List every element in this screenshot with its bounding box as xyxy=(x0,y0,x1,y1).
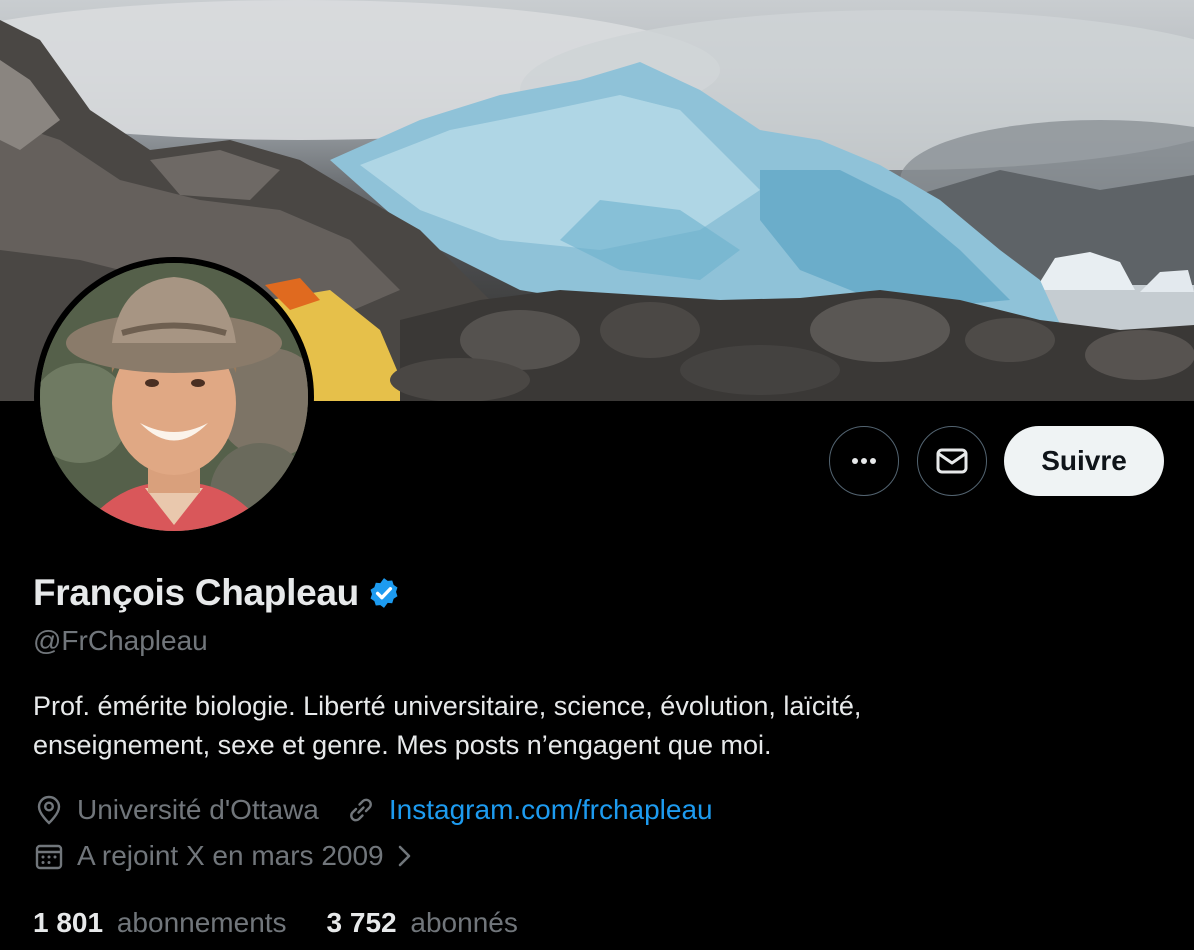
profile-meta-row: Université d'Ottawa Instagram.com/frchap… xyxy=(33,794,739,826)
location-item: Université d'Ottawa xyxy=(33,794,319,826)
envelope-icon xyxy=(936,448,968,474)
follow-button[interactable]: Suivre xyxy=(1004,426,1164,496)
calendar-icon xyxy=(35,844,63,870)
followers-count: 3 752 xyxy=(326,907,397,938)
bio-line: enseignement, sexe et genre. Mes posts n… xyxy=(33,730,772,760)
bio-line: Prof. émérite biologie. Liberté universi… xyxy=(33,691,862,721)
followers-label: abonnés xyxy=(410,907,518,938)
avatar-portrait-image xyxy=(40,263,308,531)
location-text: Université d'Ottawa xyxy=(77,794,319,825)
follow-stats: 1 801 abonnements 3 752 abonnés xyxy=(33,907,558,939)
chevron-right-icon xyxy=(398,845,410,867)
message-button[interactable] xyxy=(917,426,987,496)
verified-badge-icon[interactable] xyxy=(367,576,401,610)
profile-name-row: François Chapleau xyxy=(33,572,401,614)
website-item[interactable]: Instagram.com/frchapleau xyxy=(345,794,713,826)
link-icon xyxy=(349,798,372,822)
location-pin-icon xyxy=(37,795,61,825)
following-count: 1 801 xyxy=(33,907,104,938)
joined-row[interactable]: A rejoint X en mars 2009 xyxy=(33,840,442,872)
profile-avatar[interactable] xyxy=(34,257,314,537)
website-link[interactable]: Instagram.com/frchapleau xyxy=(389,794,713,826)
followers-stat[interactable]: 3 752 abonnés xyxy=(327,907,518,939)
more-horizontal-icon xyxy=(852,458,876,464)
profile-bio: Prof. émérite biologie. Liberté universi… xyxy=(33,687,1153,765)
profile-name: François Chapleau xyxy=(33,572,359,613)
more-options-button[interactable] xyxy=(829,426,899,496)
avatar-photo xyxy=(40,263,308,531)
joined-text: A rejoint X en mars 2009 xyxy=(77,840,384,871)
following-stat[interactable]: 1 801 abonnements xyxy=(33,907,287,939)
following-label: abonnements xyxy=(116,907,287,938)
profile-handle: @FrChapleau xyxy=(33,625,208,656)
joined-item[interactable]: A rejoint X en mars 2009 xyxy=(33,840,416,872)
